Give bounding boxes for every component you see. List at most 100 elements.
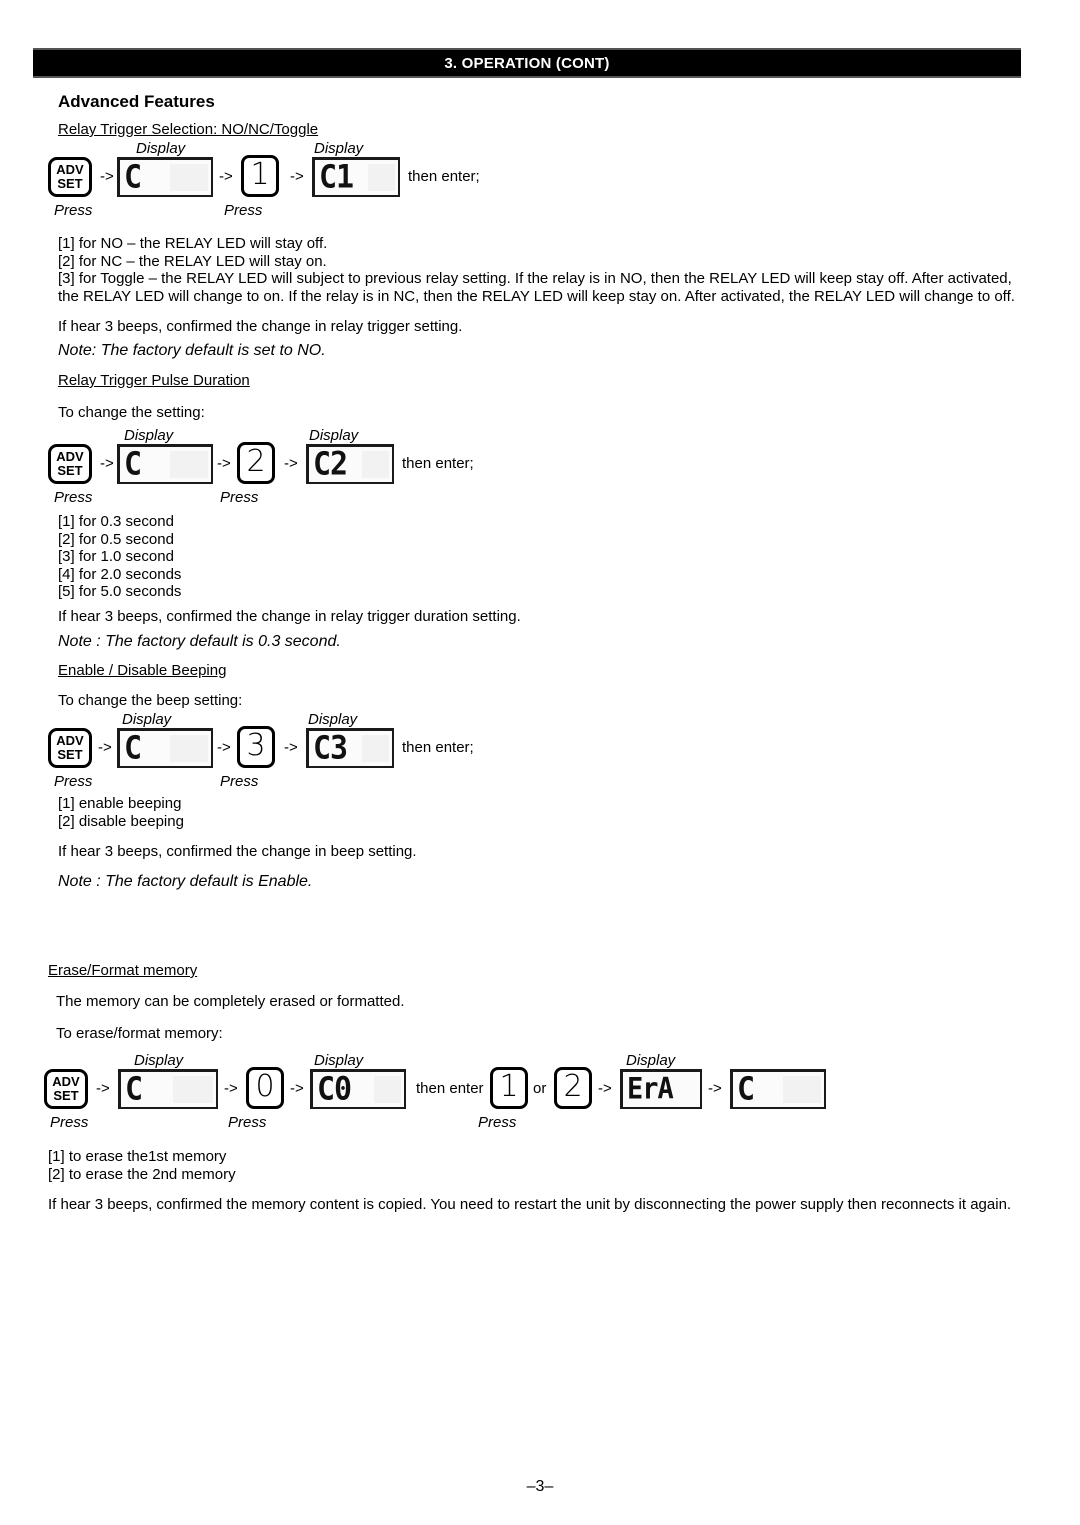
options-erase-format-memory: [1] to erase the1st memory [2] to erase … (48, 1148, 236, 1183)
advset-key[interactable]: ADV SET (48, 444, 92, 484)
display-label: Display (122, 711, 172, 728)
advset-label-adv: ADV (52, 1074, 80, 1089)
lcd-text: C (124, 158, 142, 196)
confirm-erase-format-memory: If hear 3 beeps, confirmed the memory co… (48, 1196, 1012, 1213)
advset-key[interactable]: ADV SET (44, 1069, 88, 1109)
diagram-relay-trigger-pulse-duration: ADV SET -> Display C -> 2 -> Display C2 … (44, 427, 564, 506)
number-key-label: 1 (250, 157, 270, 192)
lcd-blank-area (169, 451, 208, 478)
note-relay-trigger-pulse-duration: Note : The factory default is 0.3 second… (58, 633, 341, 650)
number-key-1[interactable]: 1 (241, 155, 279, 197)
number-key-label: 2 (246, 444, 266, 479)
options-enable-disable-beeping: [1] enable beeping [2] disable beeping (58, 795, 184, 830)
press-label: Press (54, 773, 93, 790)
then-enter-text: then enter; (402, 739, 474, 756)
heading-relay-trigger-selection: Relay Trigger Selection: NO/NC/Toggle (58, 121, 319, 138)
intro-relay-trigger-pulse-duration: To change the setting: (58, 404, 205, 421)
lcd-display-c0: C0 (310, 1069, 406, 1109)
arrow-icon: -> (284, 739, 298, 756)
advset-label-set: SET (57, 747, 83, 762)
lcd-text: C0 (317, 1070, 352, 1108)
number-key-2[interactable]: 2 (554, 1067, 592, 1109)
number-key-label: 0 (255, 1069, 275, 1104)
number-key-0[interactable]: 0 (246, 1067, 284, 1109)
lcd-text: C (124, 445, 142, 483)
lcd-display-c1: C1 (312, 157, 400, 197)
arrow-icon: -> (598, 1080, 612, 1097)
arrow-icon: -> (217, 739, 231, 756)
arrow-icon: -> (217, 455, 231, 472)
lcd-display-c: C (118, 1069, 218, 1109)
press-label: Press (220, 489, 259, 506)
header-title: 3. OPERATION (CONT) (444, 54, 610, 72)
press-label: Press (50, 1114, 89, 1131)
display-label: Display (309, 427, 359, 444)
options-relay-trigger-pulse-duration: [1] for 0.3 second [2] for 0.5 second [3… (58, 513, 182, 600)
arrow-icon: -> (100, 455, 114, 472)
lcd-blank-area (782, 1076, 821, 1103)
advset-label-adv: ADV (56, 733, 84, 748)
heading-relay-trigger-pulse-duration: Relay Trigger Pulse Duration (58, 372, 250, 389)
page-header-banner: 3. OPERATION (CONT) (33, 48, 1021, 78)
lcd-text: ErA (627, 1072, 674, 1107)
lcd-display-c3: C3 (306, 728, 394, 768)
number-key-label: 1 (499, 1069, 519, 1104)
heading-enable-disable-beeping: Enable / Disable Beeping (58, 662, 227, 679)
intro-enable-disable-beeping: To change the beep setting: (58, 692, 243, 709)
arrow-icon: -> (290, 168, 304, 185)
lcd-display-c: C (117, 157, 213, 197)
arrow-icon: -> (219, 168, 233, 185)
number-key-label: 2 (563, 1069, 583, 1104)
intro2-erase-format-memory: To erase/format memory: (56, 1025, 223, 1042)
press-label: Press (478, 1114, 517, 1131)
advset-label-adv: ADV (56, 449, 84, 464)
lcd-blank-area (373, 1076, 401, 1103)
press-label: Press (220, 773, 259, 790)
confirm-relay-trigger-pulse-duration: If hear 3 beeps, confirmed the change in… (58, 608, 521, 625)
arrow-icon: -> (96, 1080, 110, 1097)
display-label: Display (136, 140, 186, 157)
lcd-text: C1 (319, 158, 354, 196)
advset-label-set: SET (57, 176, 83, 191)
advset-label-set: SET (53, 1088, 79, 1103)
lcd-blank-area (169, 164, 208, 191)
number-key-2[interactable]: 2 (237, 442, 275, 484)
press-label: Press (224, 202, 263, 219)
advset-key[interactable]: ADV SET (48, 728, 92, 768)
document-page: 3. OPERATION (CONT) Advanced Features Re… (0, 0, 1080, 1525)
options-relay-trigger-selection: [1] for NO – the RELAY LED will stay off… (58, 235, 328, 270)
diagram-relay-trigger-selection: ADV SET -> Display C -> 1 -> Display C1 … (44, 140, 564, 219)
diagram-enable-disable-beeping: ADV SET -> Display C -> 3 -> Display C3 … (44, 711, 564, 790)
lcd-display-c: C (117, 728, 213, 768)
number-key-3[interactable]: 3 (237, 726, 275, 768)
then-enter-text: then enter; (408, 168, 480, 185)
advset-label-set: SET (57, 463, 83, 478)
lcd-display-c: C (117, 444, 213, 484)
display-label: Display (314, 1052, 364, 1069)
paragraph-toggle-description: [3] for Toggle – the RELAY LED will subj… (58, 270, 1015, 305)
advset-label-adv: ADV (56, 162, 84, 177)
then-enter-text: then enter (416, 1080, 484, 1097)
arrow-icon: -> (224, 1080, 238, 1097)
display-label: Display (134, 1052, 184, 1069)
lcd-blank-area (362, 735, 389, 762)
press-label: Press (54, 202, 93, 219)
advset-key[interactable]: ADV SET (48, 157, 92, 197)
display-label: Display (124, 427, 174, 444)
lcd-text: C2 (313, 445, 348, 483)
lcd-text: C (737, 1070, 755, 1108)
press-label: Press (54, 489, 93, 506)
display-label: Display (308, 711, 358, 728)
lcd-blank-area (173, 1076, 213, 1103)
number-key-1[interactable]: 1 (490, 1067, 528, 1109)
then-enter-text: then enter; (402, 455, 474, 472)
lcd-text: C (124, 729, 142, 767)
arrow-icon: -> (708, 1080, 722, 1097)
lcd-text: C (125, 1070, 143, 1108)
display-label: Display (626, 1052, 676, 1069)
number-key-label: 3 (246, 728, 266, 763)
lcd-blank-area (169, 735, 208, 762)
page-number: –3– (526, 1478, 554, 1495)
intro1-erase-format-memory: The memory can be completely erased or f… (56, 993, 405, 1010)
note-relay-trigger-selection: Note: The factory default is set to NO. (58, 342, 326, 359)
